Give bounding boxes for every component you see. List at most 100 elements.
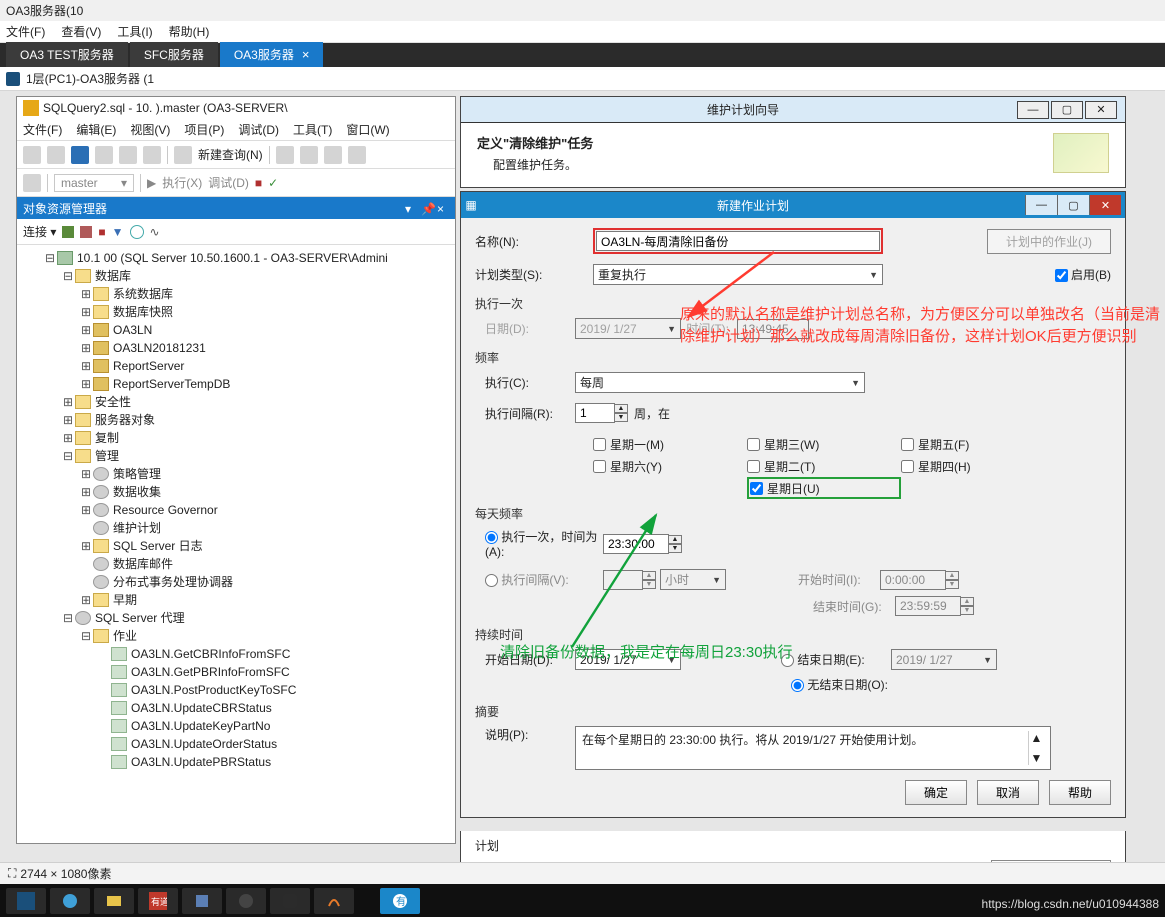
table-icon: ▦ <box>461 198 481 212</box>
taskbar-item[interactable] <box>94 888 134 914</box>
thursday-checkbox[interactable]: 星期四(H) <box>901 455 1055 477</box>
close-icon[interactable]: × <box>302 47 310 62</box>
name-input[interactable] <box>596 231 880 251</box>
activity-icon[interactable]: ∿ <box>150 225 160 239</box>
object-explorer-tree[interactable]: ⊟ 10.1 00 (SQL Server 10.50.1600.1 - OA3-… <box>17 245 455 821</box>
taskbar-item-active[interactable]: 有 <box>380 888 420 914</box>
disconnect-icon[interactable] <box>80 226 92 238</box>
maximize-button[interactable]: ▢ <box>1051 101 1083 119</box>
pin-icon[interactable]: 📌 <box>421 202 433 214</box>
noend-radio[interactable]: 无结束日期(O): <box>791 676 888 693</box>
saturday-checkbox[interactable]: 星期六(Y) <box>593 455 747 477</box>
ssms-menu-edit[interactable]: 编辑(E) <box>76 121 116 138</box>
duration-group: 持续时间 开始日期(D): 2019/ 1/27▼ 结束日期(E): 2019/… <box>475 626 1111 693</box>
interval-radio[interactable]: 执行间隔(V): <box>475 571 603 588</box>
expand-icon[interactable]: ⊟ <box>45 249 55 267</box>
ssms-icon <box>23 100 39 116</box>
sunday-checkbox[interactable]: 星期日(U) <box>747 477 901 499</box>
execute-button[interactable]: 执行(X) <box>162 174 202 191</box>
tuesday-checkbox[interactable]: 星期二(T) <box>747 455 901 477</box>
close-button[interactable]: ✕ <box>1089 195 1121 215</box>
filter-icon[interactable]: ▼ <box>112 225 124 239</box>
taskbar-item[interactable] <box>182 888 222 914</box>
recur-spinner[interactable]: ▲▼ <box>575 403 628 423</box>
tool-new-icon[interactable] <box>71 146 89 164</box>
ssms-menu-view[interactable]: 视图(V) <box>130 121 170 138</box>
connection-label: 1层(PC1)-OA3服务器 (1 <box>26 70 154 87</box>
ssms-menu-debug[interactable]: 调试(D) <box>238 121 279 138</box>
tool-saveall-icon[interactable] <box>143 146 161 164</box>
check-icon[interactable]: ✓ <box>268 176 278 190</box>
tool-open-icon[interactable] <box>95 146 113 164</box>
panel-title: 对象资源管理器 <box>23 200 107 217</box>
exec-combo[interactable]: 每周▼ <box>575 372 865 393</box>
friday-checkbox[interactable]: 星期五(F) <box>901 433 1055 455</box>
startdate-picker[interactable]: 2019/ 1/27▼ <box>575 649 681 670</box>
tool-back-icon[interactable] <box>23 146 41 164</box>
scroll-up-icon[interactable]: ▲ <box>1031 731 1043 745</box>
tool-newquery-icon[interactable] <box>174 146 192 164</box>
db-combo[interactable]: master▾ <box>54 174 134 192</box>
tool-grid-icon[interactable] <box>23 174 41 192</box>
plug-icon[interactable] <box>62 226 74 238</box>
taskbar-item[interactable] <box>226 888 266 914</box>
spin-down-icon[interactable]: ▼ <box>614 413 628 422</box>
start-time-input <box>880 570 946 590</box>
scroll-down-icon[interactable]: ▼ <box>1031 751 1043 765</box>
newquery-button[interactable]: 新建查询(N) <box>198 146 263 163</box>
wednesday-checkbox[interactable]: 星期三(W) <box>747 433 901 455</box>
enabled-checkbox[interactable]: 启用(B) <box>1055 266 1111 283</box>
tool-fwd-icon[interactable] <box>47 146 65 164</box>
taskbar-item[interactable] <box>270 888 310 914</box>
refresh-icon[interactable] <box>130 225 144 239</box>
minimize-button[interactable]: — <box>1025 195 1057 215</box>
menu-tools[interactable]: 工具(I) <box>117 23 152 40</box>
debug-button[interactable]: 调试(D) <box>208 174 249 191</box>
tab-oa3test[interactable]: OA3 TEST服务器 <box>6 42 128 67</box>
close-icon[interactable]: × <box>437 202 449 214</box>
tool-db4-icon[interactable] <box>348 146 366 164</box>
ok-button[interactable]: 确定 <box>905 780 967 805</box>
plan-group-label: 计划 <box>475 837 1111 854</box>
statusbar: ⛶ 2744 × 1080像素 <box>0 862 1165 884</box>
start-button[interactable] <box>6 888 46 914</box>
close-button[interactable]: ✕ <box>1085 101 1117 119</box>
cancel-button[interactable]: 取消 <box>977 780 1039 805</box>
help-button[interactable]: 帮助 <box>1049 780 1111 805</box>
dropdown-icon[interactable]: ▾ <box>405 202 417 214</box>
svg-text:有道: 有道 <box>151 896 167 907</box>
tool-save-icon[interactable] <box>119 146 137 164</box>
stop-icon[interactable]: ■ <box>98 225 105 239</box>
once-at-radio[interactable]: 执行一次，时间为(A): <box>475 528 603 559</box>
taskbar-item[interactable]: 有道 <box>138 888 178 914</box>
menu-help[interactable]: 帮助(H) <box>169 23 210 40</box>
tree-root[interactable]: 10.1 00 (SQL Server 10.50.1600.1 - OA3-S… <box>77 249 388 267</box>
ssms-menu-project[interactable]: 项目(P) <box>184 121 224 138</box>
ssms-menu-tool[interactable]: 工具(T) <box>293 121 332 138</box>
minimize-button[interactable]: — <box>1017 101 1049 119</box>
tool-db3-icon[interactable] <box>324 146 342 164</box>
tab-sfc[interactable]: SFC服务器 <box>130 42 218 67</box>
taskbar-item[interactable] <box>50 888 90 914</box>
once-at-time-input[interactable]: ▲▼ <box>603 534 682 554</box>
type-combo[interactable]: 重复执行▼ <box>593 264 883 285</box>
tool-db2-icon[interactable] <box>300 146 318 164</box>
taskbar-item[interactable] <box>314 888 354 914</box>
monday-checkbox[interactable]: 星期一(M) <box>593 433 747 455</box>
menu-file[interactable]: 文件(F) <box>6 23 45 40</box>
ssms-toolbar: 新建查询(N) <box>17 141 455 169</box>
tab-oa3[interactable]: OA3服务器× <box>220 42 324 67</box>
once-time-input <box>737 319 809 339</box>
maximize-button[interactable]: ▢ <box>1057 195 1089 215</box>
ssms-menu-window[interactable]: 窗口(W) <box>346 121 389 138</box>
tool-db1-icon[interactable] <box>276 146 294 164</box>
ssms-menu-file[interactable]: 文件(F) <box>23 121 62 138</box>
desc-textarea[interactable]: 在每个星期日的 23:30:00 执行。将从 2019/1/27 开始使用计划。… <box>575 726 1051 770</box>
stop-icon[interactable]: ■ <box>255 176 262 190</box>
enddate-radio[interactable]: 结束日期(E): <box>781 651 891 668</box>
menu-view[interactable]: 查看(V) <box>61 23 101 40</box>
schedule-titlebar[interactable]: ▦ 新建作业计划 — ▢ ✕ <box>461 192 1125 218</box>
spin-up-icon[interactable]: ▲ <box>614 404 628 413</box>
connect-button[interactable]: 连接 ▾ <box>23 223 56 240</box>
tree-databases[interactable]: 数据库 <box>95 267 131 285</box>
